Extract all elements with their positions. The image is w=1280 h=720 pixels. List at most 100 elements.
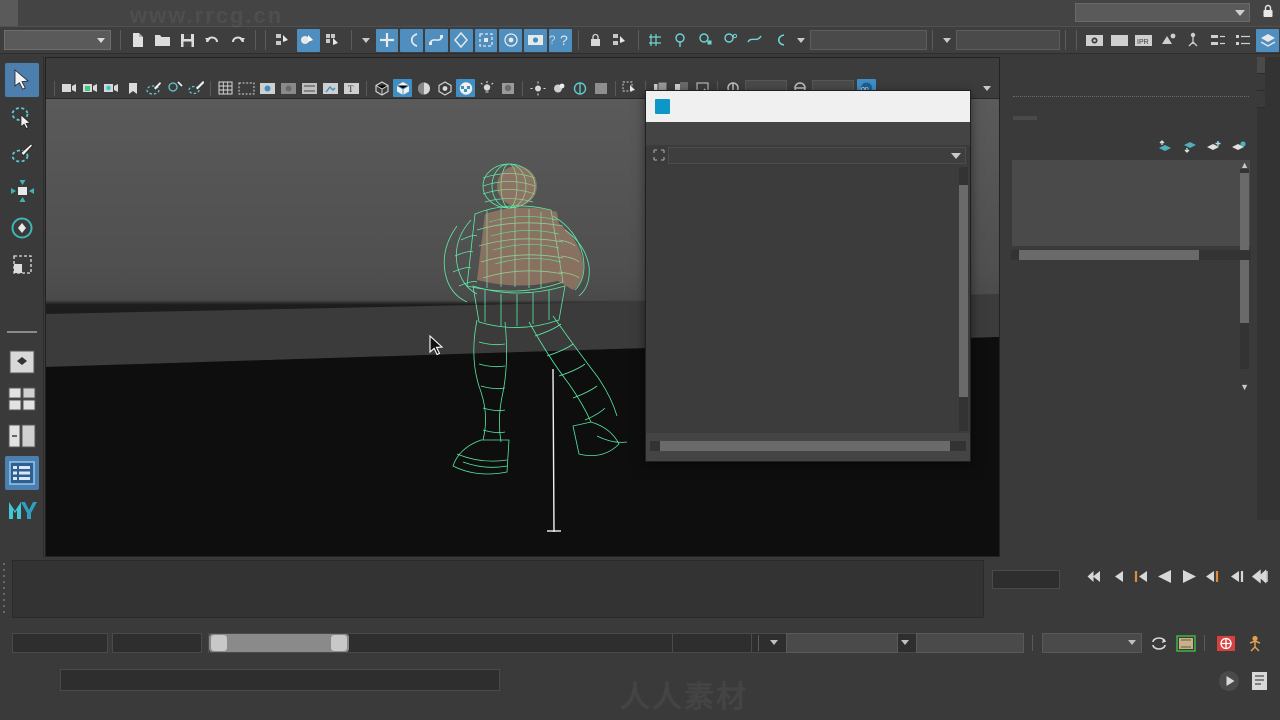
camera-attributes-icon[interactable] [102,79,121,97]
outliner-title-bar[interactable] [646,91,970,122]
isolate-selection-icon[interactable] [621,79,640,97]
menu-item-cache[interactable] [288,0,306,26]
render-settings-button[interactable] [1157,29,1180,52]
chevron-down-icon[interactable] [1128,640,1136,645]
range-start-handle[interactable] [211,635,227,651]
curve-mask-button[interactable] [400,28,424,52]
chevron-down-icon[interactable] [901,640,909,645]
select-highlight-button[interactable] [609,29,632,52]
rendering-mask-button[interactable] [499,28,523,52]
select-camera-icon[interactable] [60,79,79,97]
snap-to-projected-center-button[interactable] [719,29,742,52]
current-frame-field[interactable] [992,570,1060,589]
scroll-thumb[interactable] [959,185,968,397]
filter-icon[interactable] [650,149,668,161]
panel-splitter[interactable] [1013,96,1249,97]
chevron-down-icon[interactable] [983,85,991,91]
texture-checker-icon[interactable] [456,79,475,97]
select-by-hierarchy-button[interactable] [272,29,295,52]
step-back-keyframe-icon[interactable] [1108,568,1125,585]
layer-new-icon[interactable] [1206,140,1222,156]
handle-mask-button[interactable] [375,28,399,52]
step-forward-keyframe-icon[interactable] [1228,568,1245,585]
menu-item-modify[interactable] [72,0,90,26]
render-sequence-button[interactable] [1108,29,1131,52]
persp-outliner-layout[interactable] [5,419,39,453]
ipr-render-button[interactable]: IPR [1133,29,1156,52]
render-current-frame-button[interactable] [1083,29,1106,52]
chevron-down-icon[interactable] [797,37,806,43]
xray-icon[interactable] [321,79,340,97]
outliner-horizontal-scrollbar[interactable] [650,441,966,451]
menu-item-mesh-tools[interactable] [162,0,180,26]
anim-layer-select[interactable] [916,633,1024,653]
loop-icon[interactable] [1150,636,1168,654]
save-scene-button[interactable] [176,29,199,52]
menu-item-edit-mesh[interactable] [144,0,162,26]
multisample-icon[interactable] [570,79,589,97]
menu-item-file[interactable] [0,0,18,26]
lock-selection-button[interactable] [585,29,608,52]
make-live-button[interactable] [769,29,792,52]
surface-mask-button[interactable] [425,28,448,52]
menu-item-mesh-display[interactable] [180,0,198,26]
gate-mask-icon[interactable] [279,79,298,97]
select-by-object-type-button[interactable] [297,28,320,52]
layer-new-from-selected-icon[interactable] [1231,140,1247,156]
lasso-select-tool[interactable] [5,100,39,134]
minimize-button[interactable] [838,91,882,122]
animation-preferences-icon[interactable] [1216,635,1236,655]
lock-camera-icon[interactable] [81,79,100,97]
menu-item-display[interactable] [90,0,108,26]
menu-item-windows[interactable] [108,0,126,26]
go-to-end-icon[interactable] [1252,568,1269,585]
live-surface-field[interactable] [810,30,928,50]
paint-select-tool[interactable] [5,137,39,171]
script-editor-icon[interactable] [1250,670,1270,692]
vtab-modeling-toolkit[interactable] [1257,74,1265,91]
range-start-field[interactable] [112,633,202,653]
vtab-attribute-editor[interactable] [1257,91,1265,108]
menu-item-deform[interactable] [234,0,252,26]
move-tool[interactable] [5,174,39,208]
bookmark-icon[interactable] [123,79,142,97]
tab-anim[interactable] [1037,116,1061,120]
menu-item-uv[interactable] [252,0,270,26]
text-overlay-icon[interactable]: T [342,79,361,97]
snap-to-view-plane-button[interactable] [744,29,767,52]
inputs-item[interactable] [1005,91,1257,93]
step-forward-frame-icon[interactable] [1204,568,1221,585]
outliner-search-input[interactable] [668,146,966,164]
play-backwards-icon[interactable] [1156,568,1173,585]
image-plane-icon[interactable] [144,79,163,97]
shade-with-wireframe-icon[interactable] [414,79,433,97]
redo-button[interactable] [226,29,249,52]
channelbox-scrollbar[interactable] [1240,169,1249,369]
vtab-channel-box-layer-editor[interactable] [1257,57,1265,74]
new-scene-button[interactable] [127,29,150,52]
layer-list-scrollbar[interactable] [1011,250,1251,260]
dynamics-mask-button[interactable] [474,28,498,52]
menu-item-surfaces[interactable] [216,0,234,26]
character-set-select[interactable] [786,633,898,653]
layer-list[interactable] [1011,159,1251,247]
render-view-button[interactable] [524,28,547,52]
hypershade-button[interactable] [1182,29,1205,52]
chevron-down-icon[interactable] [770,640,778,645]
execute-icon[interactable] [1218,670,1240,692]
light-editor-button[interactable] [1232,29,1255,52]
animation-end-field[interactable] [672,633,752,653]
paint-icon[interactable] [186,79,205,97]
rotate-tool[interactable] [5,211,39,245]
timeline-drag-handle[interactable] [0,560,10,620]
playback-speed-select[interactable] [1042,633,1142,653]
deformation-mask-button[interactable] [449,28,473,52]
menu-item-mesh[interactable] [126,0,144,26]
depth-peeling-icon[interactable] [591,79,610,97]
four-view-layout[interactable] [5,382,39,416]
snap-to-grid-button[interactable] [645,29,668,52]
chevron-down-icon[interactable] [361,37,370,43]
snap-to-curve-button[interactable] [670,29,693,52]
mel-command-input[interactable] [60,669,500,691]
menu-item-create[interactable] [36,0,54,26]
